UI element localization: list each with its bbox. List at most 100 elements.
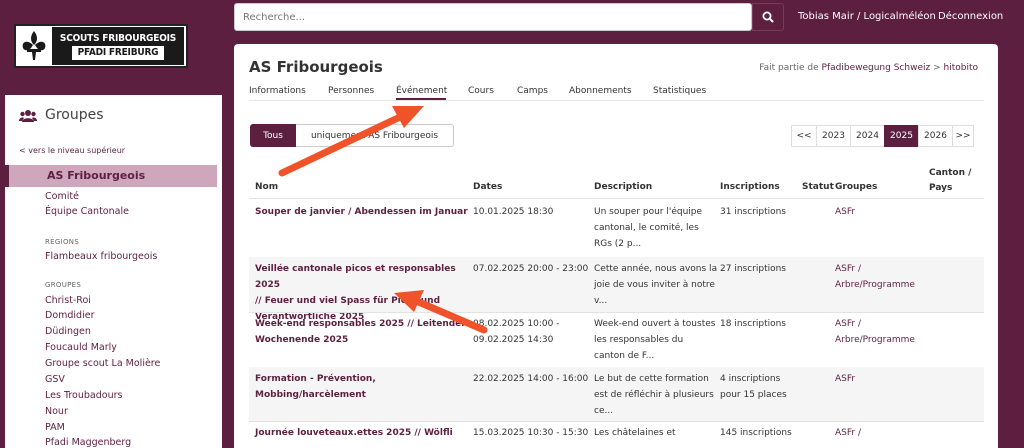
event-groups[interactable]: ASFr [835,371,855,387]
logout-link[interactable]: Déconnexion [938,11,1003,22]
event-groups[interactable]: ASFr / [835,425,861,441]
event-description: Cette année, nous avons la joie de vous i… [594,261,717,309]
sidebar-item-group[interactable]: Foucauld Marly [45,342,117,353]
sidebar-item-group[interactable]: Christ-Roi [45,295,91,306]
tab-evenement[interactable]: Événement [396,86,447,96]
sidebar-item-region[interactable]: Flambeaux fribourgeois [45,251,157,262]
logo[interactable]: SCOUTS FRIBOURGEOIS PFADI FREIBURG [14,24,188,68]
event-groups-line: Arbre/Programme [835,335,915,345]
pager-year[interactable]: 2023 [816,125,851,147]
main-panel: AS Fribourgeois Fait partie de Pfadibewe… [234,44,998,448]
breadcrumb-link-parent[interactable]: Pfadibewegung Schweiz [822,63,931,73]
tab-personnes[interactable]: Personnes [328,86,374,96]
event-name-link-line: Formation - Prévention, [255,374,376,384]
event-dates: 22.02.2025 14:00 - 16:00 [473,371,588,387]
event-filter: Tous uniquement AS Fribourgeois [250,124,454,147]
event-dates-line: 09.02.2025 14:30 [473,335,554,345]
user-link[interactable]: Tobias Mair / Logicalméléon [798,11,936,22]
logo-line-2: PFADI FREIBURG [71,46,165,60]
sidebar-item-group[interactable]: Groupe scout La Molière [45,358,160,369]
tab-camps[interactable]: Camps [517,86,548,96]
breadcrumb-link-root[interactable]: hitobito [944,63,979,73]
fleur-de-lis-icon [16,26,52,66]
sidebar-title: Groupes [19,107,104,123]
filter-only-button[interactable]: uniquement AS Fribourgeois [296,124,454,147]
logo-line-1: SCOUTS FRIBOURGEOIS [59,33,177,44]
event-inscriptions: 145 inscriptions [720,425,792,441]
event-description-line: Le but de cette formation [594,374,709,384]
event-description-line: joie de vous inviter à notre [594,280,715,290]
breadcrumb-separator: > [933,63,941,73]
event-groups[interactable]: ASFr / Arbre/Programme [835,261,915,293]
event-groups-line: ASFr [835,207,856,217]
row-divider [249,198,984,199]
event-name-link[interactable]: Souper de janvier / Abendessen im Januar [255,204,470,220]
sidebar-item-group[interactable]: Les Troubadours [45,390,122,401]
event-dates-line: 08.02.2025 10:00 - [473,319,560,329]
event-description: Les châtelaines et [594,425,676,441]
sidebar-item-active-label: AS Fribourgeois [47,169,146,182]
event-inscriptions-line: 31 inscriptions [720,207,786,217]
column-header-dates[interactable]: Dates [473,182,502,192]
event-inscriptions-line: 145 inscriptions [720,428,792,438]
event-inscriptions-line: pour 15 places [720,390,787,400]
search-field[interactable] [234,3,752,31]
search-button[interactable] [752,3,784,31]
pager-year[interactable]: 2026 [918,125,953,147]
sidebar-item-group[interactable]: Nour [45,406,68,417]
event-description: Un souper pour l'équipe cantonal, le comi… [594,204,702,252]
event-name-link-line: Week-end responsables 2025 // Leitenden [255,319,468,329]
event-groups-line: ASFr [835,374,856,384]
pager-year-active[interactable]: 2025 [884,125,919,147]
event-dates-line: 22.02.2025 14:00 - 16:00 [473,374,589,384]
sidebar-item-comite[interactable]: Comité [45,191,79,202]
event-description: Week-end ouvert à toustes les responsable… [594,316,715,364]
sidebar-item-equipe-cantonale[interactable]: Équipe Cantonale [45,206,129,217]
search-icon [762,11,774,23]
sidebar-item-group[interactable]: Pfadi Maggenberg [45,437,131,448]
users-icon [19,109,37,122]
column-header-groups[interactable]: Groupes [835,182,877,192]
event-inscriptions-line: 27 inscriptions [720,264,786,274]
event-name-link[interactable]: Formation - Prévention, Mobbing/harcèleme… [255,371,470,403]
pager-first[interactable]: << [791,125,817,147]
event-dates: 07.02.2025 20:00 - 23:00 [473,261,588,277]
sidebar-item-group[interactable]: Domdidier [45,310,94,321]
event-description-line: Un souper pour l'équipe [594,207,703,217]
parent-level-link[interactable]: < vers le niveau supérieur [19,146,125,155]
pager-last[interactable]: >> [952,125,974,147]
event-dates: 15.03.2025 10:30 - 15:30 [473,425,588,441]
event-description-line: ce... [594,406,614,416]
sidebar-item-group[interactable]: PAM [45,422,65,433]
tab-cours[interactable]: Cours [468,86,494,96]
pager-year[interactable]: 2024 [850,125,885,147]
tab-statistiques[interactable]: Statistiques [653,86,706,96]
filter-all-button[interactable]: Tous [250,124,296,147]
sidebar-item-group[interactable]: Düdingen [45,326,91,337]
tab-abonnements[interactable]: Abonnements [569,86,632,96]
event-groups[interactable]: ASFr [835,204,855,220]
event-dates-line: 07.02.2025 20:00 - 23:00 [473,264,589,274]
sidebar-title-label: Groupes [45,107,104,123]
event-inscriptions-line: 4 inscriptions [720,374,781,384]
event-name-link[interactable]: Journée louveteaux.ettes 2025 // Wölfli [255,425,470,441]
tab-active-indicator [396,98,446,100]
event-groups-line: ASFr / [835,319,861,329]
event-dates: 10.01.2025 18:30 [473,204,553,220]
event-name-link-line: Journée louveteaux.ettes 2025 // Wölfli [255,428,453,438]
sidebar-item-group[interactable]: GSV [45,374,65,385]
event-description: Le but de cette formation est de réfléchi… [594,371,714,419]
event-name-link-line: Veillée cantonale picos et responsables … [255,264,456,290]
search-input[interactable] [235,4,751,30]
event-name-link-line: Mobbing/harcèlement [255,390,366,400]
sidebar-item-active[interactable]: AS Fribourgeois [5,165,217,187]
column-header-inscriptions: Inscriptions [720,182,780,192]
event-inscriptions: 4 inscriptions pour 15 places [720,371,787,403]
event-description-line: Les châtelaines et [594,428,676,438]
event-groups[interactable]: ASFr / Arbre/Programme [835,316,915,348]
event-name-link[interactable]: Week-end responsables 2025 // Leitenden W… [255,316,470,348]
column-header-name[interactable]: Nom [255,182,278,192]
tab-informations[interactable]: Informations [249,86,306,96]
regions-heading: RÉGIONS [45,238,80,246]
event-description-line: canton de F... [594,351,655,361]
